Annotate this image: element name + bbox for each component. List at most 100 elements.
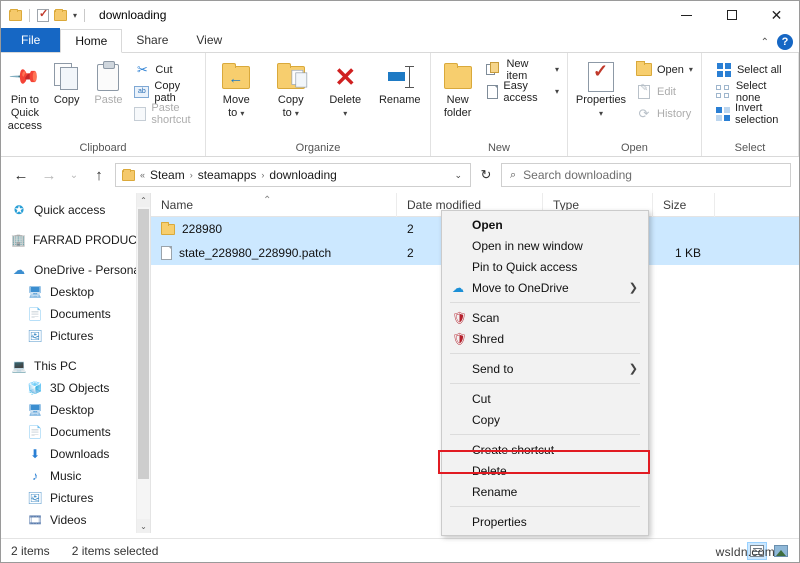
chevron-down-icon[interactable]: ▾ [555, 87, 559, 96]
properties-button[interactable]: Properties ▾ [572, 56, 630, 120]
sidebar-item-music[interactable]: ♪ Music [1, 465, 150, 487]
delete-button[interactable]: ✕ Delete ▾ [319, 56, 372, 120]
edit-button[interactable]: Edit [632, 82, 697, 101]
paste-button[interactable]: Paste [89, 56, 129, 107]
sidebar-item-label: Desktop [50, 403, 95, 417]
group-label: New [487, 142, 510, 154]
new-folder-icon[interactable] [54, 8, 67, 21]
pin-to-quick-access-button[interactable]: 📌 Pin to Quick access [5, 56, 45, 133]
context-menu-item-cut[interactable]: Cut [442, 388, 648, 409]
pin-icon: 📌 [8, 60, 42, 94]
chevron-down-icon[interactable]: ▾ [555, 65, 559, 74]
select-commands: Select all Select none Invert selection [706, 56, 794, 126]
paste-shortcut-button[interactable]: Paste shortcut [130, 102, 201, 126]
breadcrumb-item-downloading[interactable]: downloading [269, 168, 336, 182]
recent-locations-button[interactable]: ⌄ [65, 163, 83, 187]
context-menu-item-open-in-new-window[interactable]: Open in new window [442, 235, 648, 256]
open-button[interactable]: Open ▾ [632, 60, 697, 79]
chevron-up-icon[interactable]: ⌃ [761, 37, 769, 48]
breadcrumb-item-steamapps[interactable]: steamapps [198, 168, 257, 182]
folder-icon [161, 221, 175, 235]
context-menu-item-delete[interactable]: Delete [442, 460, 648, 481]
copy-button[interactable]: Copy [47, 56, 87, 107]
file-icon [161, 246, 172, 260]
breadcrumb[interactable]: « Steam › steamapps › downloading ⌄ [115, 163, 471, 187]
help-button[interactable]: ? [777, 34, 793, 50]
invert-selection-icon [715, 106, 730, 122]
sidebar-item-pictures[interactable]: 🖼 Pictures [1, 325, 150, 347]
sidebar-item-pictures-pc[interactable]: 🖼 Pictures [1, 487, 150, 509]
tab-home[interactable]: Home [60, 29, 123, 53]
chevron-down-icon[interactable]: ⌄ [450, 170, 466, 181]
easy-access-button[interactable]: Easy access ▾ [482, 80, 563, 104]
select-all-button[interactable]: Select all [712, 60, 794, 79]
context-menu-item-copy[interactable]: Copy [442, 409, 648, 430]
tab-file[interactable]: File [1, 28, 61, 52]
sidebar-item-documents[interactable]: 📄 Documents [1, 303, 150, 325]
context-menu-item-shred[interactable]: 🛡 Shred [442, 328, 648, 349]
tab-share[interactable]: Share [122, 28, 182, 52]
chevron-down-icon[interactable]: ▾ [689, 65, 693, 74]
select-none-button[interactable]: Select none [712, 80, 794, 104]
chevron-up-icon[interactable]: ⌃ [137, 193, 150, 207]
minimize-button[interactable] [664, 1, 709, 29]
new-item-button[interactable]: New item ▾ [482, 58, 563, 82]
sidebar-scrollbar[interactable]: ⌃ ⌄ [136, 193, 150, 533]
refresh-button[interactable]: ↻ [475, 163, 497, 187]
scrollbar-thumb[interactable] [138, 209, 149, 479]
copy-to-button[interactable]: Copy to ▾ [265, 56, 318, 120]
search-input[interactable]: ⌕ Search downloading [501, 163, 791, 187]
properties-icon[interactable] [37, 7, 49, 22]
sidebar-item-desktop[interactable]: 🖥 Desktop [1, 281, 150, 303]
context-menu-item-scan[interactable]: 🛡 Scan [442, 307, 648, 328]
pc-icon: 💻 [11, 359, 27, 373]
sidebar-item-os-c[interactable]: ▤ OS (C:) [1, 531, 150, 533]
rename-button[interactable]: Rename [374, 56, 427, 107]
new-folder-button[interactable]: New folder [435, 56, 480, 120]
tab-view[interactable]: View [182, 28, 236, 52]
forward-button[interactable]: → [37, 163, 61, 187]
sidebar-item-label: Downloads [50, 447, 110, 461]
context-menu-item-create-shortcut[interactable]: Create shortcut [442, 439, 648, 460]
navigation-pane: ✪ Quick access 🏢 FARRAD PRODUCTION ☁ One… [1, 193, 151, 533]
chevron-down-icon: ▾ [240, 109, 245, 118]
sidebar-item-this-pc[interactable]: 💻 This PC [1, 355, 150, 377]
invert-selection-button[interactable]: Invert selection [712, 102, 794, 126]
chevron-down-icon[interactable]: ▾ [73, 11, 77, 20]
sidebar-item-farrad-production[interactable]: 🏢 FARRAD PRODUCTION [1, 229, 150, 251]
sidebar-item-onedrive[interactable]: ☁ OneDrive - Personal [1, 259, 150, 281]
close-button[interactable]: ✕ [754, 1, 799, 29]
chevron-down-icon[interactable]: ⌄ [137, 519, 150, 533]
column-header-name[interactable]: Name ⌃ [151, 192, 397, 217]
chevron-down-icon[interactable]: ▾ [599, 107, 603, 120]
context-menu-item-move-to-onedrive[interactable]: ☁ Move to OneDrive ❯ [442, 277, 648, 298]
pictures-icon: 🖼 [27, 491, 43, 505]
back-button[interactable]: ← [9, 163, 33, 187]
sidebar-item-downloads[interactable]: ⬇ Downloads [1, 443, 150, 465]
history-button[interactable]: ⟳ History [632, 104, 697, 123]
maximize-button[interactable] [709, 1, 754, 29]
cut-button[interactable]: ✂ Cut [130, 60, 201, 79]
cell-size: 1 KB [674, 246, 701, 260]
column-header-size[interactable]: Size [653, 192, 715, 217]
sidebar-item-quick-access[interactable]: ✪ Quick access [1, 199, 150, 221]
context-menu-item-open[interactable]: Open [442, 214, 648, 235]
sidebar-item-desktop-pc[interactable]: 🖥 Desktop [1, 399, 150, 421]
context-menu-item-send-to[interactable]: Send to ❯ [442, 358, 648, 379]
context-menu-item-pin-to-quick-access[interactable]: Pin to Quick access [442, 256, 648, 277]
copy-path-button[interactable]: ab Copy path [130, 80, 201, 104]
sidebar-item-documents-pc[interactable]: 📄 Documents [1, 421, 150, 443]
context-menu-item-properties[interactable]: Properties [442, 511, 648, 532]
context-menu-item-rename[interactable]: Rename [442, 481, 648, 502]
chevron-down-icon[interactable]: ▾ [343, 107, 347, 120]
breadcrumb-item-steam[interactable]: Steam [150, 168, 185, 182]
desktop-icon: 🖥 [27, 403, 43, 417]
menu-item-label: Delete [472, 463, 507, 478]
folder-icon[interactable] [9, 8, 22, 21]
sidebar-item-3d-objects[interactable]: 🧊 3D Objects [1, 377, 150, 399]
up-button[interactable]: ↑ [87, 163, 111, 187]
sidebar-item-videos[interactable]: 🎞 Videos [1, 509, 150, 531]
move-to-button[interactable]: ← Move to ▾ [210, 56, 263, 120]
cell-name: 228980 [151, 217, 397, 241]
menu-separator [450, 434, 640, 435]
